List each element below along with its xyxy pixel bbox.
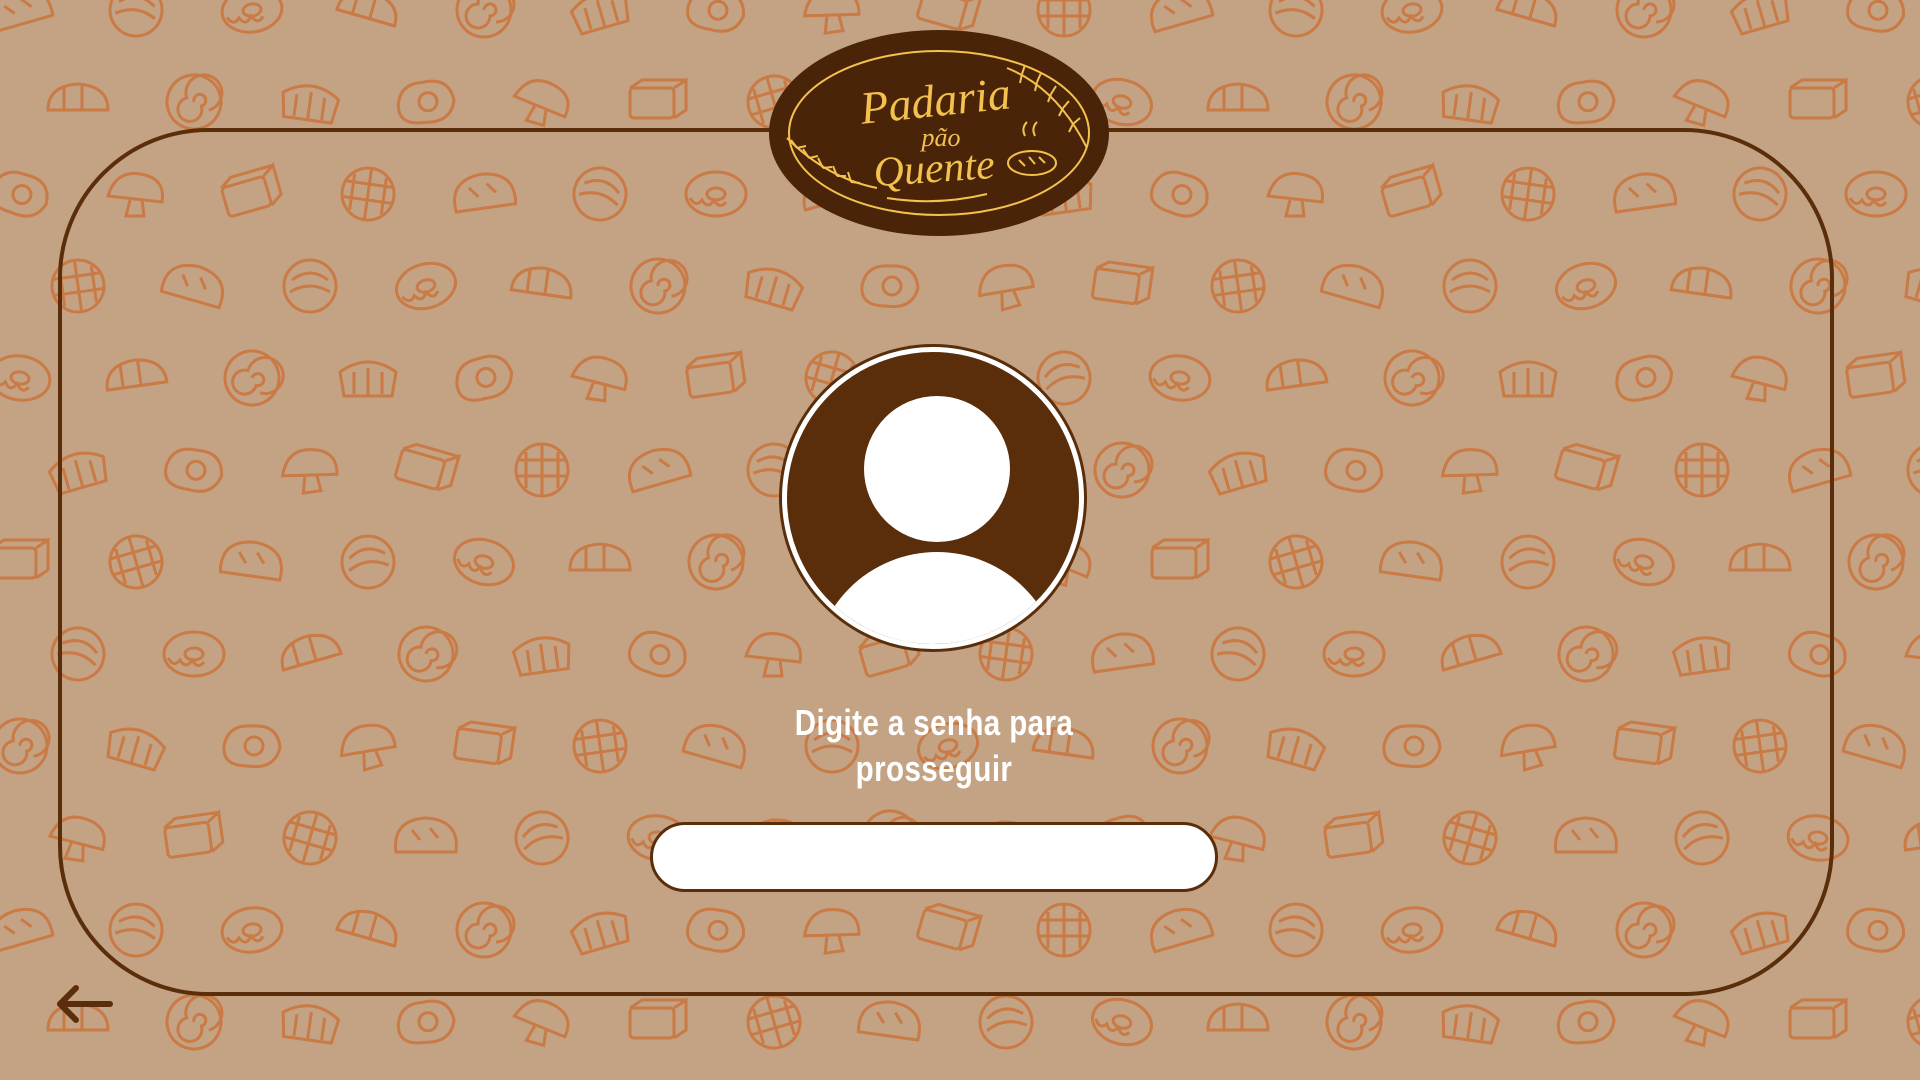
- pattern-doodle: [1843, 904, 1909, 956]
- avatar-body: [813, 552, 1061, 644]
- avatar-head: [864, 396, 1010, 542]
- pattern-doodle: [1844, 170, 1908, 218]
- pattern-doodle: [159, 66, 232, 137]
- pattern-doodle: [628, 78, 688, 120]
- back-button[interactable]: [52, 982, 116, 1026]
- pattern-doodle: [1900, 814, 1920, 852]
- pattern-doodle: [335, 0, 404, 28]
- pattern-doodle: [1319, 66, 1392, 137]
- pattern-doodle: [1553, 996, 1619, 1048]
- pattern-doodle: [1438, 80, 1502, 126]
- arrow-left-icon: [57, 985, 113, 1023]
- pattern-doodle: [1495, 0, 1564, 28]
- pattern-doodle: [1900, 988, 1920, 1056]
- pattern-doodle: [393, 996, 459, 1048]
- password-prompt: Digite a senha para prosseguir: [794, 702, 1074, 789]
- pattern-doodle: [1904, 631, 1920, 678]
- pattern-doodle: [0, 900, 55, 954]
- pattern-doodle: [1085, 991, 1159, 1053]
- pattern-doodle: [1206, 1002, 1270, 1032]
- pattern-doodle: [1841, 716, 1913, 770]
- pattern-doodle: [46, 82, 110, 112]
- pattern-doodle: [683, 0, 749, 36]
- pattern-doodle: [0, 538, 50, 580]
- pattern-doodle: [1143, 0, 1215, 34]
- pattern-doodle: [507, 993, 575, 1052]
- pattern-doodle: [1667, 73, 1735, 132]
- pattern-doodle: [1727, 0, 1794, 37]
- pattern-doodle: [975, 991, 1037, 1053]
- pattern-doodle: [1900, 68, 1920, 136]
- pattern-doodle: [856, 996, 925, 1042]
- pattern-doodle: [217, 0, 287, 38]
- pattern-doodle: [628, 998, 688, 1040]
- pattern-doodle: [1900, 261, 1920, 313]
- pattern-doodle: [393, 76, 459, 128]
- password-input[interactable]: [650, 822, 1218, 892]
- pattern-doodle: [1553, 76, 1619, 128]
- pattern-doodle: [507, 73, 575, 132]
- pattern-doodle: [0, 713, 55, 778]
- pattern-doodle: [1903, 439, 1920, 501]
- padaria-logo: Padaria pão Quente: [769, 30, 1109, 236]
- pattern-doodle: [105, 0, 167, 41]
- pattern-doodle: [278, 1000, 342, 1046]
- pattern-doodle: [0, 0, 55, 34]
- pattern-doodle: [1206, 82, 1270, 112]
- pattern-doodle: [1843, 350, 1908, 400]
- pattern-doodle: [455, 0, 516, 39]
- pattern-doodle: [1377, 0, 1447, 38]
- pattern-doodle: [1438, 1000, 1502, 1046]
- pattern-doodle: [1843, 0, 1909, 36]
- pattern-doodle: [159, 986, 232, 1057]
- pattern-doodle: [1788, 998, 1848, 1040]
- pattern-doodle: [1615, 0, 1676, 39]
- pattern-doodle: [0, 165, 54, 224]
- pattern-doodle: [1667, 993, 1735, 1052]
- pattern-doodle: [1788, 78, 1848, 120]
- pattern-doodle: [567, 0, 634, 37]
- pattern-doodle: [1319, 986, 1392, 1057]
- pattern-doodle: [1265, 0, 1327, 41]
- pattern-doodle: [0, 350, 55, 406]
- pattern-doodle: [1841, 526, 1914, 597]
- user-avatar-icon: [779, 344, 1087, 652]
- pattern-doodle: [278, 80, 342, 126]
- pattern-doodle: [740, 988, 808, 1056]
- logo-line3: Quente: [872, 142, 996, 196]
